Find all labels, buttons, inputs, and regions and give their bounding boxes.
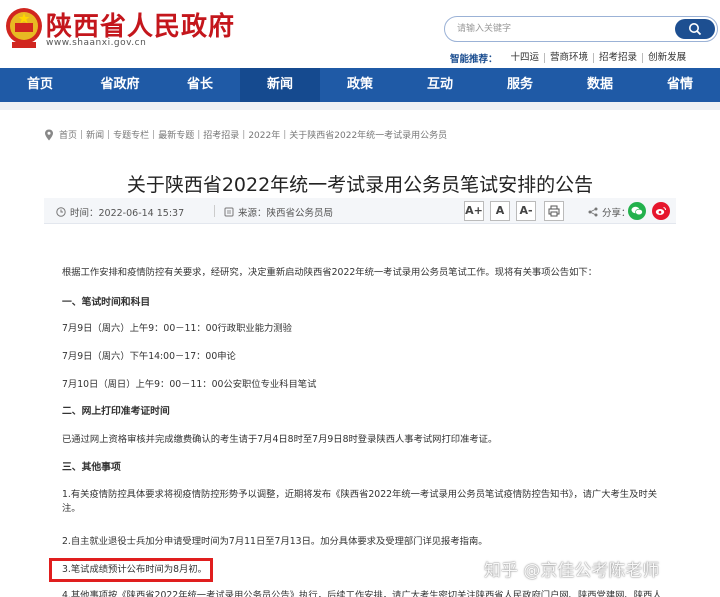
print-icon [548,205,560,217]
article-paragraph: 1.有关疫情防控具体要求将视疫情防控形势予以调整，近期将发布《陕西省2022年统… [62,489,657,514]
nav-item-home[interactable]: 首页 [0,68,80,102]
divider [214,205,215,217]
article-meta-bar: 时间：2022-06-14 15:37 来源：陕西省公务员局 A+ A A- 分… [44,198,676,224]
breadcrumb-item[interactable]: 招考招录 [203,128,239,141]
breadcrumb-item[interactable]: 首页 [59,128,77,141]
main-nav: 首页 省政府 省长 新闻 政策 互动 服务 数据 省情 [0,68,720,102]
breadcrumb-separator: | [107,129,111,140]
print-button[interactable] [544,201,564,221]
weibo-share-button[interactable] [652,202,670,220]
smart-recommend-label: 智能推荐： [450,54,498,65]
breadcrumb-item[interactable]: 关于陕西省2022年统一考试录用公务员 [289,128,447,141]
article-paragraph: 7月9日（周六）上午9：00－11：00行政职业能力测验 [62,323,292,334]
smart-recommend-item[interactable]: 十四运 [506,53,545,63]
article-title: 关于陕西省2022年统一考试录用公务员笔试安排的公告 [126,174,594,196]
article-paragraph: 7月10日（周日）上午9：00－11：00公安职位专业科目笔试 [62,379,317,390]
article-source: 来源：陕西省公务员局 [224,205,333,219]
search-input[interactable] [457,20,677,38]
article-source-text: 来源：陕西省公务员局 [238,208,334,219]
breadcrumb-separator: | [283,129,287,140]
nav-item-governor[interactable]: 省长 [160,68,240,102]
location-pin-icon [45,129,53,140]
section-heading: 三、其他事项 [62,462,121,473]
wechat-share-button[interactable] [628,202,646,220]
article-intro: 根据工作安排和疫情防控有关要求，经研究，决定重新启动陕西省2022年统一考试录用… [62,267,597,278]
breadcrumb-item[interactable]: 新闻 [86,128,104,141]
nav-item-policy[interactable]: 政策 [320,68,400,102]
font-increase-button[interactable]: A+ [464,201,484,221]
article-paragraph: 4.其他事项按《陕西省2022年统一考试录用公务员公告》执行，后续工作安排，请广… [62,590,662,597]
smart-recommend-item[interactable]: 营商环境 [544,53,593,63]
national-emblem-icon[interactable] [4,6,44,50]
breadcrumb-separator: | [242,129,246,140]
site-url: www.shaanxi.gov.cn [46,38,147,48]
font-default-button[interactable]: A [490,201,510,221]
breadcrumb-item[interactable]: 2022年 [248,128,280,141]
search-box [444,16,718,42]
breadcrumb-item[interactable]: 专题专栏 [113,128,149,141]
article-paragraph: 7月9日（周六）下午14:00－17：00申论 [62,351,236,362]
divider [0,102,720,110]
source-icon [224,207,234,217]
breadcrumb-separator: | [197,129,201,140]
share-icon [588,207,598,217]
publish-time-text: 时间：2022-06-14 15:37 [70,208,185,219]
breadcrumb-item[interactable]: 最新专题 [158,128,194,141]
highlight-box [49,558,213,582]
site-header: 陕西省人民政府 www.shaanxi.gov.cn 智能推荐： 十四运 营商环… [0,0,720,68]
wechat-icon [631,206,643,216]
publish-time: 时间：2022-06-14 15:37 [56,205,184,219]
section-heading: 一、笔试时间和科目 [62,297,151,308]
nav-item-news[interactable]: 新闻 [240,68,320,102]
nav-item-data[interactable]: 数据 [560,68,640,102]
breadcrumb-separator: | [152,129,156,140]
smart-recommend-item[interactable]: 创新发展 [642,53,691,63]
font-decrease-button[interactable]: A- [516,201,536,221]
nav-item-province-info[interactable]: 省情 [640,68,720,102]
breadcrumb: 首页 | 新闻 | 专题专栏 | 最新专题 | 招考招录 | 2022年 | 关于陕西省20… [44,128,447,141]
section-heading: 二、网上打印准考证时间 [62,406,170,417]
search-button[interactable] [675,19,715,39]
nav-item-service[interactable]: 服务 [480,68,560,102]
article-paragraph: 2.自主就业退役士兵加分申请受理时间为7月11日至7月13日。加分具体要求及受理… [62,536,488,547]
smart-recommend-item[interactable]: 招考招录 [593,53,642,63]
weibo-icon [655,207,666,215]
share-label: 分享： [602,208,631,219]
nav-item-interaction[interactable]: 互动 [400,68,480,102]
nav-item-government[interactable]: 省政府 [80,68,160,102]
article-paragraph: 已通过网上资格审核并完成缴费确认的考生请于7月4日8时至7月9日8时登录陕西人事… [62,434,498,445]
watermark: 知乎 @京佳公考陈老师 [484,561,660,581]
breadcrumb-separator: | [80,129,84,140]
smart-recommend: 智能推荐： 十四运 营商环境 招考招录 创新发展 [450,51,691,66]
clock-icon [56,207,66,217]
search-icon [689,23,702,36]
share-label-wrap: 分享： [588,205,631,219]
